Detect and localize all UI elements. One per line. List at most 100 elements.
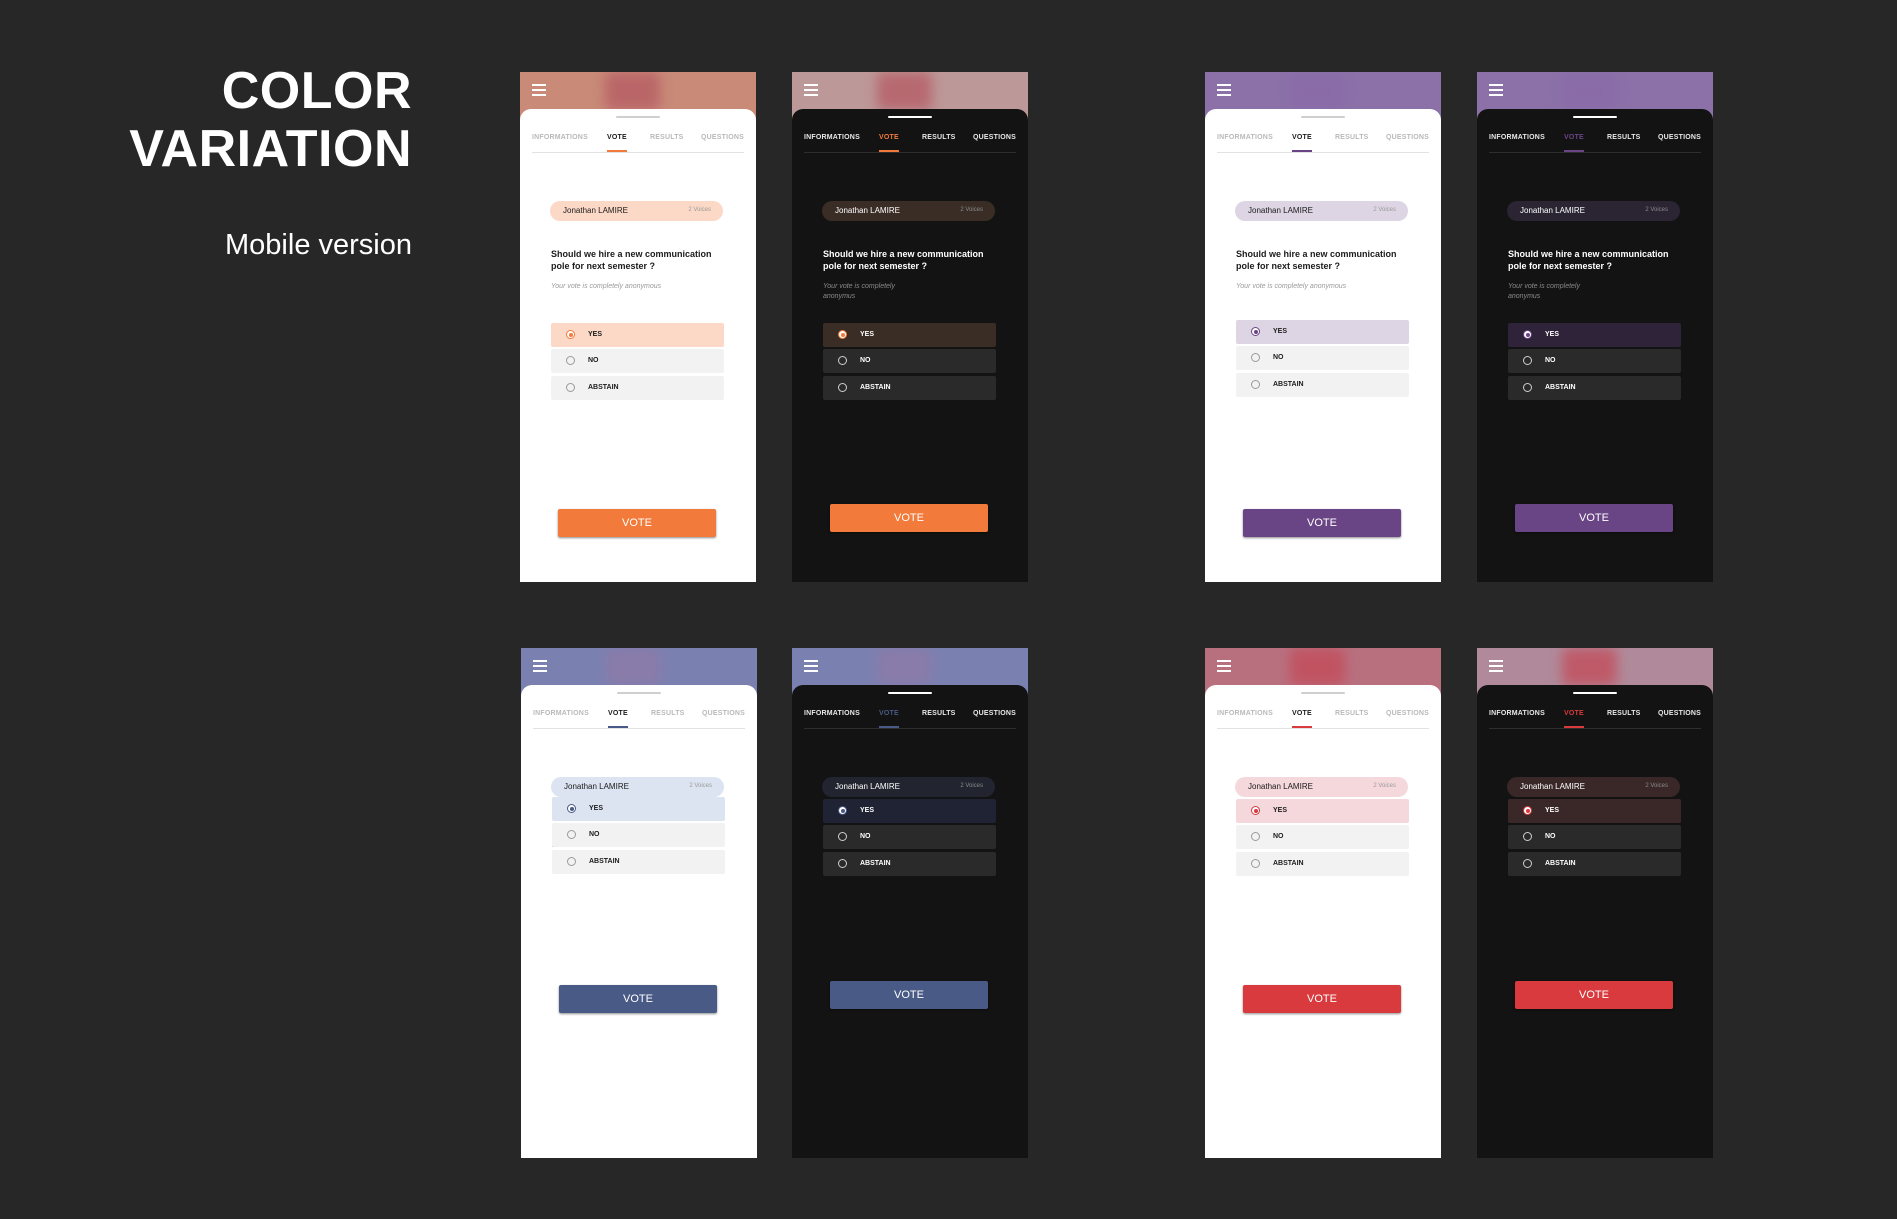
radio-button[interactable] xyxy=(838,383,847,392)
hamburger-menu-icon[interactable] xyxy=(1217,84,1231,96)
tab-vote[interactable]: VOTE xyxy=(1292,130,1312,152)
vote-option-yes[interactable]: YES xyxy=(823,323,996,347)
radio-button[interactable] xyxy=(1251,859,1260,868)
vote-option-abstain[interactable]: ABSTAIN xyxy=(1236,373,1409,397)
tab-questions[interactable]: QUESTIONS xyxy=(1386,706,1429,728)
tab-results[interactable]: RESULTS xyxy=(1607,706,1641,728)
radio-button[interactable] xyxy=(1523,806,1532,815)
radio-button[interactable] xyxy=(566,383,575,392)
vote-option-no[interactable]: NO xyxy=(1508,825,1681,849)
tab-informations[interactable]: INFORMATIONS xyxy=(532,130,588,152)
radio-button[interactable] xyxy=(1523,832,1532,841)
tab-informations[interactable]: INFORMATIONS xyxy=(1489,130,1545,152)
tab-results[interactable]: RESULTS xyxy=(922,130,956,152)
vote-option-no[interactable]: NO xyxy=(823,349,996,373)
tab-vote[interactable]: VOTE xyxy=(1292,706,1312,728)
radio-button[interactable] xyxy=(567,804,576,813)
radio-button[interactable] xyxy=(1523,330,1532,339)
vote-button[interactable]: VOTE xyxy=(559,985,717,1013)
drag-handle[interactable] xyxy=(616,116,660,118)
vote-option-yes[interactable]: YES xyxy=(1236,320,1409,344)
radio-button[interactable] xyxy=(1251,832,1260,841)
hamburger-menu-icon[interactable] xyxy=(1489,660,1503,672)
drag-handle[interactable] xyxy=(1301,692,1345,694)
tab-informations[interactable]: INFORMATIONS xyxy=(1489,706,1545,728)
tab-vote[interactable]: VOTE xyxy=(1564,706,1584,728)
tab-vote[interactable]: VOTE xyxy=(879,706,899,728)
tab-informations[interactable]: INFORMATIONS xyxy=(804,706,860,728)
radio-button[interactable] xyxy=(567,830,576,839)
radio-button[interactable] xyxy=(1523,356,1532,365)
drag-handle[interactable] xyxy=(1573,116,1617,118)
tab-questions[interactable]: QUESTIONS xyxy=(1658,130,1701,152)
tab-questions[interactable]: QUESTIONS xyxy=(702,706,745,728)
vote-option-abstain[interactable]: ABSTAIN xyxy=(552,850,725,874)
radio-button[interactable] xyxy=(1523,859,1532,868)
vote-option-abstain[interactable]: ABSTAIN xyxy=(551,376,724,400)
vote-option-abstain[interactable]: ABSTAIN xyxy=(1236,852,1409,876)
radio-button[interactable] xyxy=(838,832,847,841)
vote-option-abstain[interactable]: ABSTAIN xyxy=(1508,852,1681,876)
drag-handle[interactable] xyxy=(888,116,932,118)
radio-button[interactable] xyxy=(838,859,847,868)
vote-option-no[interactable]: NO xyxy=(823,825,996,849)
tab-questions[interactable]: QUESTIONS xyxy=(1386,130,1429,152)
tab-informations[interactable]: INFORMATIONS xyxy=(804,130,860,152)
tab-questions[interactable]: QUESTIONS xyxy=(973,130,1016,152)
tab-results[interactable]: RESULTS xyxy=(651,706,685,728)
tab-informations[interactable]: INFORMATIONS xyxy=(533,706,589,728)
drag-handle[interactable] xyxy=(1301,116,1345,118)
tab-results[interactable]: RESULTS xyxy=(1335,130,1369,152)
tab-questions[interactable]: QUESTIONS xyxy=(973,706,1016,728)
vote-button[interactable]: VOTE xyxy=(830,981,988,1009)
vote-option-yes[interactable]: YES xyxy=(551,323,724,347)
tab-questions[interactable]: QUESTIONS xyxy=(701,130,744,152)
radio-button[interactable] xyxy=(1251,353,1260,362)
vote-button[interactable]: VOTE xyxy=(1243,509,1401,537)
hamburger-menu-icon[interactable] xyxy=(1489,84,1503,96)
hamburger-menu-icon[interactable] xyxy=(804,84,818,96)
vote-button[interactable]: VOTE xyxy=(558,509,716,537)
vote-option-abstain[interactable]: ABSTAIN xyxy=(823,376,996,400)
radio-button[interactable] xyxy=(838,330,847,339)
vote-button[interactable]: VOTE xyxy=(1515,981,1673,1009)
tab-vote[interactable]: VOTE xyxy=(608,706,628,728)
radio-button[interactable] xyxy=(566,356,575,365)
radio-button[interactable] xyxy=(1251,806,1260,815)
vote-button[interactable]: VOTE xyxy=(830,504,988,532)
tab-informations[interactable]: INFORMATIONS xyxy=(1217,706,1273,728)
vote-option-yes[interactable]: YES xyxy=(823,799,996,823)
radio-button[interactable] xyxy=(1523,383,1532,392)
vote-option-no[interactable]: NO xyxy=(1236,346,1409,370)
tab-results[interactable]: RESULTS xyxy=(1335,706,1369,728)
vote-option-yes[interactable]: YES xyxy=(1236,799,1409,823)
drag-handle[interactable] xyxy=(1573,692,1617,694)
tab-vote[interactable]: VOTE xyxy=(607,130,627,152)
vote-option-no[interactable]: NO xyxy=(1508,349,1681,373)
radio-button[interactable] xyxy=(566,330,575,339)
vote-option-yes[interactable]: YES xyxy=(552,797,725,821)
hamburger-menu-icon[interactable] xyxy=(1217,660,1231,672)
vote-option-abstain[interactable]: ABSTAIN xyxy=(1508,376,1681,400)
tab-results[interactable]: RESULTS xyxy=(1607,130,1641,152)
vote-option-no[interactable]: NO xyxy=(1236,825,1409,849)
vote-option-no[interactable]: NO xyxy=(551,349,724,373)
vote-option-yes[interactable]: YES xyxy=(1508,799,1681,823)
radio-button[interactable] xyxy=(838,806,847,815)
radio-button[interactable] xyxy=(838,356,847,365)
drag-handle[interactable] xyxy=(888,692,932,694)
tab-vote[interactable]: VOTE xyxy=(879,130,899,152)
hamburger-menu-icon[interactable] xyxy=(532,84,546,96)
vote-button[interactable]: VOTE xyxy=(1243,985,1401,1013)
vote-option-no[interactable]: NO xyxy=(552,823,725,847)
hamburger-menu-icon[interactable] xyxy=(533,660,547,672)
vote-option-abstain[interactable]: ABSTAIN xyxy=(823,852,996,876)
tab-results[interactable]: RESULTS xyxy=(650,130,684,152)
drag-handle[interactable] xyxy=(617,692,661,694)
radio-button[interactable] xyxy=(1251,380,1260,389)
tab-vote[interactable]: VOTE xyxy=(1564,130,1584,152)
radio-button[interactable] xyxy=(1251,327,1260,336)
vote-option-yes[interactable]: YES xyxy=(1508,323,1681,347)
tab-results[interactable]: RESULTS xyxy=(922,706,956,728)
radio-button[interactable] xyxy=(567,857,576,866)
